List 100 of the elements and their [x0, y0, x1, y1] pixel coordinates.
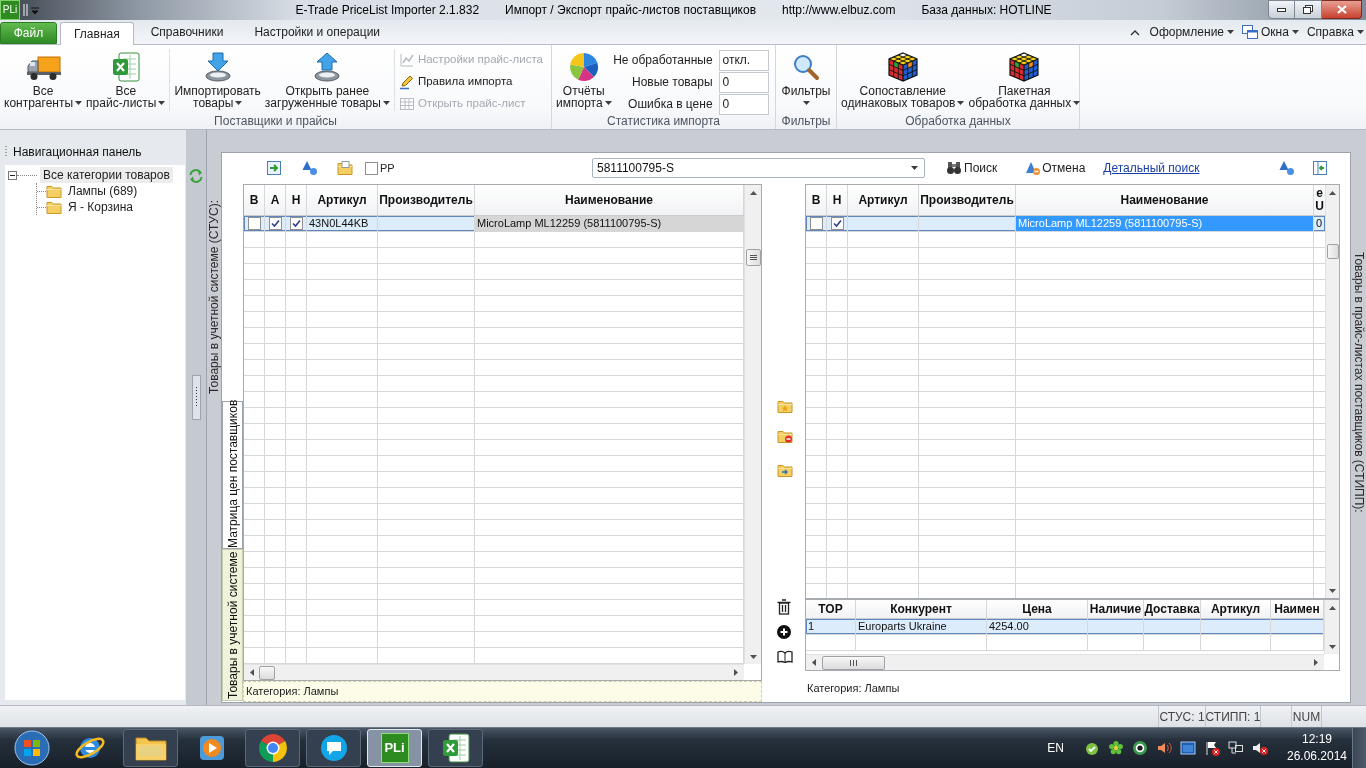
triangle-circle-icon[interactable] — [302, 160, 318, 176]
add-icon[interactable] — [777, 625, 791, 639]
column-header[interactable]: Артикул — [317, 193, 367, 207]
column-header[interactable]: Цена — [1022, 602, 1052, 616]
arrow-box-icon[interactable] — [266, 160, 282, 176]
clock-date[interactable]: 26.06.2014 — [1286, 748, 1348, 765]
check-circle-icon[interactable] — [1084, 740, 1100, 756]
column-header[interactable]: В — [811, 193, 821, 207]
checkbox[interactable] — [809, 217, 823, 230]
folder-minus-icon[interactable] — [777, 429, 793, 443]
tree-item[interactable]: Я - Корзина — [65, 199, 137, 215]
triangle-circle-icon[interactable] — [1279, 160, 1296, 176]
ribbon-tab[interactable]: Настройки и операции — [240, 21, 395, 44]
scrollbar-thumb[interactable] — [1326, 244, 1339, 259]
speaker-icon[interactable] — [1156, 740, 1172, 756]
checkbox-label: PP — [380, 160, 395, 176]
ribbon-tab[interactable]: Справочники — [136, 21, 238, 44]
checkbox[interactable] — [247, 217, 261, 230]
taskbar-button[interactable] — [245, 729, 300, 767]
ribbon-button[interactable]: Открыть ранее загруженные товары — [262, 45, 392, 109]
ribbon-button[interactable]: Сопоставление одинаковых товаров — [839, 45, 967, 109]
menu-button[interactable]: Справка — [1306, 23, 1364, 41]
column-header[interactable]: Н — [832, 193, 842, 207]
ring-icon[interactable] — [1132, 740, 1148, 756]
column-header[interactable]: Доставка — [1144, 602, 1200, 616]
checkbox[interactable] — [289, 217, 303, 230]
window-icon[interactable] — [1180, 740, 1196, 756]
column-header[interactable]: А — [270, 193, 280, 207]
column-header[interactable]: Артикул — [1210, 602, 1261, 616]
column-header[interactable]: Наименование — [564, 193, 653, 207]
taskbar-button[interactable] — [306, 729, 361, 767]
column-header[interactable]: В — [249, 193, 259, 207]
ribbon-button[interactable]: Отчёты импорта — [554, 45, 614, 109]
table-row[interactable]: 1 Europarts Ukraine 4254.00 — [806, 619, 1324, 635]
vertical-scrollbar[interactable] — [1325, 185, 1339, 598]
dropdown-arrow-icon[interactable] — [31, 6, 39, 14]
tree-item[interactable]: Все категории товаров — [40, 167, 173, 183]
clock-time[interactable]: 12:19 — [1302, 731, 1332, 748]
tree-item[interactable]: Лампы (689) — [65, 183, 141, 199]
taskbar-button[interactable]: PLi — [367, 729, 422, 767]
side-tab[interactable]: Товары в учетной системе — [222, 549, 243, 701]
collapse-ribbon-icon[interactable] — [1129, 28, 1140, 36]
cancel-button[interactable]: Отмена — [1025, 159, 1086, 177]
column-header[interactable]: Артикул — [858, 193, 908, 207]
column-header[interactable]: Наличие — [1089, 602, 1142, 616]
column-header[interactable]: Наимен — [1274, 602, 1320, 616]
column-header[interactable]: Н — [291, 193, 301, 207]
checkbox[interactable] — [830, 217, 844, 230]
detailed-search-link[interactable]: Детальный поиск — [1103, 159, 1200, 177]
close-button[interactable] — [1322, 0, 1362, 19]
scrollbar-thumb[interactable] — [822, 655, 885, 670]
vertical-scrollbar[interactable] — [744, 185, 761, 664]
column-header[interactable]: ТОР — [818, 602, 843, 616]
language-indicator[interactable]: EN — [1047, 739, 1064, 757]
menu-button[interactable]: Окна — [1242, 23, 1299, 41]
splitter-grip-icon[interactable] — [191, 375, 201, 420]
table-row[interactable]: 43N0L44KB MicroLamp ML12259 (5811100795-S) — [244, 216, 744, 232]
table-row[interactable]: MicroLamp ML12259 (5811100795-S) 0 — [806, 216, 1325, 232]
collapse-icon[interactable] — [8, 170, 17, 180]
folder-star-icon[interactable] — [777, 399, 793, 413]
menu-button[interactable]: Оформление — [1149, 23, 1235, 41]
horizontal-scrollbar[interactable] — [806, 654, 1324, 670]
column-header[interactable]: е U — [1315, 187, 1324, 213]
book-icon[interactable] — [777, 650, 793, 663]
search-field[interactable]: 5811100795-S — [592, 158, 925, 178]
vertical-scrollbar[interactable] — [1324, 600, 1339, 654]
scrollbar-thumb[interactable] — [259, 665, 275, 680]
search-button[interactable]: Поиск — [946, 159, 998, 177]
column-header[interactable]: Конкурент — [890, 602, 952, 616]
scrollbar-thumb[interactable] — [745, 249, 761, 266]
checkbox[interactable] — [365, 161, 378, 175]
column-header[interactable]: Производитель — [379, 193, 473, 207]
ribbon-button[interactable]: Импортировать товары — [172, 45, 263, 109]
network-icon[interactable] — [1228, 740, 1244, 756]
column-header[interactable]: Наименование — [1120, 193, 1209, 207]
ribbon-button[interactable]: Фильтры — [779, 45, 833, 109]
taskbar-button[interactable] — [428, 729, 483, 767]
folder-icon[interactable] — [337, 161, 353, 175]
ribbon-button[interactable]: Правила импорта — [397, 71, 544, 93]
taskbar-button[interactable] — [123, 729, 178, 767]
ribbon-button[interactable]: Пакетная обработка данных — [966, 45, 1083, 109]
column-header[interactable]: Производитель — [920, 193, 1014, 207]
chart-icon — [398, 52, 415, 68]
trash-icon[interactable] — [777, 599, 791, 615]
caret-icon — [911, 166, 918, 170]
checkbox[interactable] — [268, 217, 282, 230]
flower-icon[interactable] — [1108, 740, 1124, 756]
flag-error-icon[interactable] — [1204, 740, 1220, 756]
ribbon-tab[interactable]: Главная — [60, 22, 134, 45]
window-title: http://www.elbuz.com — [782, 2, 896, 19]
cube-icon — [886, 51, 919, 83]
speaker-muted-icon[interactable] — [1252, 740, 1268, 756]
folder-arrow-icon[interactable] — [777, 463, 793, 477]
minimize-button[interactable] — [1268, 0, 1295, 19]
start-button[interactable] — [12, 729, 52, 767]
ribbon-button[interactable]: Все контрагенты — [2, 45, 85, 109]
ribbon-button[interactable]: Все прайс-листы — [84, 45, 168, 109]
side-tab[interactable]: Матрица цен поставщиков — [222, 401, 243, 549]
restore-button[interactable] — [1295, 0, 1322, 19]
horizontal-scrollbar[interactable] — [244, 664, 744, 680]
